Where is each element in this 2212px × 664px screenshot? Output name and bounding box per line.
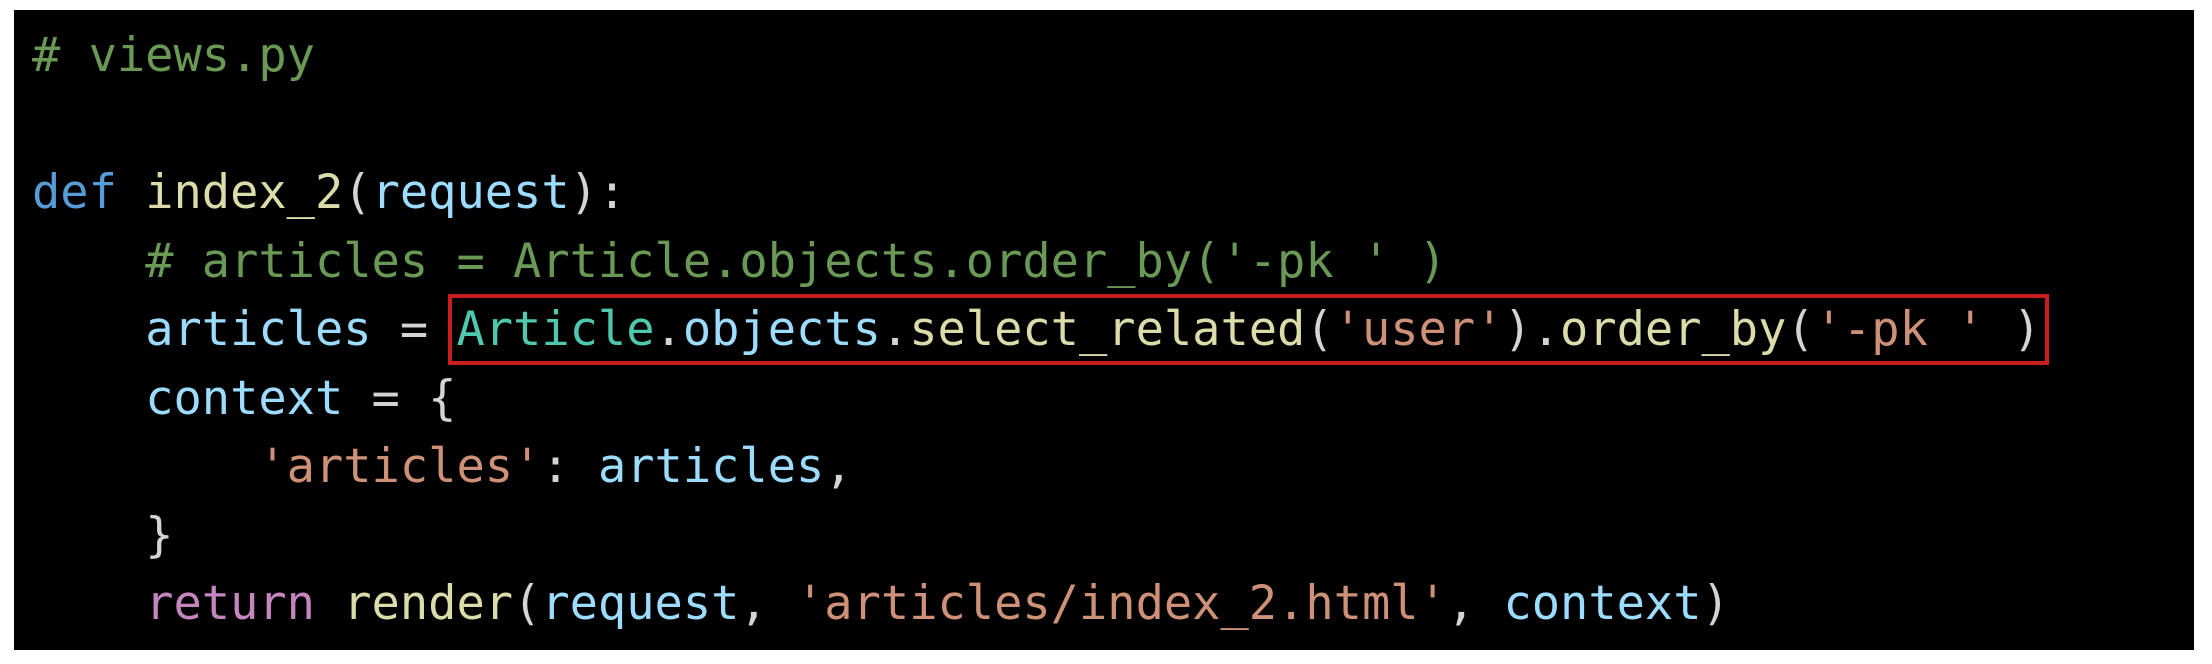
function-name-token: render — [343, 576, 514, 631]
punctuation-token: . — [880, 302, 910, 357]
code-line-9: return render(request, 'articles/index_2… — [32, 570, 2041, 639]
code-block: # views.py def index_2(request): # artic… — [14, 10, 2194, 650]
highlighted-expression: Article.objects.select_related('user').o… — [448, 294, 2050, 365]
punctuation-token: , — [1446, 576, 1504, 631]
punctuation-token: ( — [513, 576, 542, 631]
comment-token: # views.py — [32, 28, 315, 83]
variable-token: request — [541, 576, 740, 631]
code-text: # views.py def index_2(request): # artic… — [32, 22, 2050, 639]
variable-token: articles — [597, 439, 825, 494]
keyword-token: def — [32, 165, 117, 220]
variable-token: context — [145, 370, 344, 426]
punctuation-token: ): — [569, 165, 627, 220]
operator-token: = — [371, 302, 457, 357]
variable-token: context — [1503, 576, 1702, 631]
punctuation-token: . — [654, 302, 683, 357]
punctuation-token: ( — [343, 165, 372, 220]
punctuation-token: . — [1531, 302, 1561, 357]
punctuation-token: : — [541, 439, 598, 494]
comment-token: # articles = Article.objects.order_by('-… — [145, 233, 1447, 289]
code-line-6: context = { — [32, 365, 2041, 434]
code-line-1: # views.py — [32, 22, 2041, 91]
string-token: 'articles' — [258, 439, 542, 494]
punctuation-token: ( — [1305, 302, 1334, 357]
code-line-8: } — [32, 502, 2041, 571]
punctuation-token: , — [824, 439, 853, 494]
string-token: 'articles/index_2.html' — [796, 576, 1447, 631]
punctuation-token: ) — [1701, 576, 1730, 631]
class-name-token: Article — [456, 302, 655, 357]
attribute-token: objects — [682, 302, 881, 357]
function-name-token: index_2 — [145, 165, 344, 220]
code-line-3: def index_2(request): — [32, 159, 2041, 228]
punctuation-token: } — [145, 507, 174, 563]
string-token: 'user' — [1333, 302, 1504, 357]
punctuation-token: ) — [1503, 302, 1532, 357]
punctuation-token: ( — [1786, 302, 1815, 357]
operator-token: = { — [343, 370, 457, 426]
variable-token: articles — [145, 302, 372, 357]
method-token: order_by — [1560, 302, 1787, 357]
punctuation-token: , — [739, 576, 797, 631]
parameter-token: request — [371, 165, 570, 220]
string-token: '-pk ' — [1814, 302, 1985, 357]
keyword-token: return — [145, 576, 315, 631]
punctuation-token: ) — [1984, 302, 2042, 357]
code-line-7: 'articles': articles, — [32, 433, 2041, 502]
code-line-4: # articles = Article.objects.order_by('-… — [32, 228, 2041, 297]
method-token: select_related — [909, 302, 1306, 357]
code-line-5: articles = Article.objects.select_relate… — [32, 294, 2050, 365]
